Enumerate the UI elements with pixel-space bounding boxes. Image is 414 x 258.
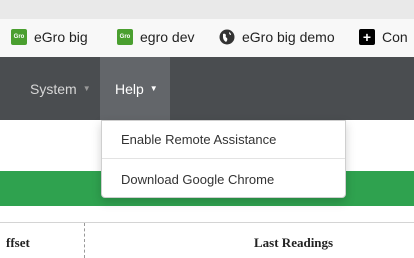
caret-down-icon: ▼ [149,84,158,93]
nav-system-menu[interactable]: System ▼ [30,57,91,120]
bookmarks-bar: Gro eGro big Gro egro dev eGro big demo … [0,0,414,57]
egro-favicon-icon: Gro [11,29,27,45]
favicon-text: Gro [13,34,25,40]
bookmark-egro-dev[interactable]: Gro egro dev [117,26,194,48]
menu-item-enable-remote-assistance[interactable]: Enable Remote Assistance [102,121,345,157]
column-header-offset[interactable]: ffset [6,235,30,251]
nav-help-label: Help [115,80,144,97]
bookmark-label: eGro big [34,29,88,45]
tab-strip-edge [0,0,414,19]
top-navbar: System ▼ Help ▼ [0,57,414,120]
egro-favicon-icon: Gro [117,29,133,45]
favicon-text: Gro [119,34,131,40]
caret-down-icon: ▼ [82,84,91,93]
column-divider [84,223,85,258]
readings-table-header: ffset Last Readings [0,222,414,258]
plus-icon: + [359,29,375,45]
bookmark-label: egro dev [140,29,195,45]
nav-system-label: System [30,80,77,97]
menu-item-label: Enable Remote Assistance [121,131,277,147]
bookmark-label: Con [382,29,408,45]
bookmark-egro-big[interactable]: Gro eGro big [11,26,88,48]
globe-icon [219,29,235,45]
bookmark-con[interactable]: + Con [359,26,408,48]
nav-help-menu[interactable]: Help ▼ [100,57,170,120]
menu-item-label: Download Google Chrome [121,171,275,187]
bookmark-label: eGro big demo [242,29,335,45]
bookmark-egro-big-demo[interactable]: eGro big demo [219,26,335,48]
help-dropdown-menu: Enable Remote Assistance Download Google… [101,120,346,198]
column-header-last-readings[interactable]: Last Readings [254,235,333,251]
menu-item-download-google-chrome[interactable]: Download Google Chrome [102,161,345,197]
menu-divider [102,158,345,159]
